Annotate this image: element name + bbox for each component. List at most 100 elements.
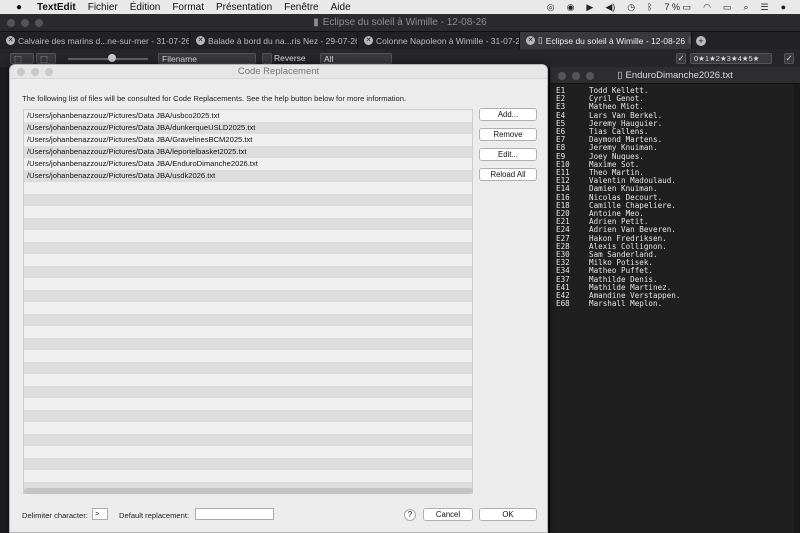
- close-window-button[interactable]: [7, 19, 15, 27]
- search-icon[interactable]: ⌕: [743, 2, 748, 13]
- bluetooth-icon[interactable]: ᛒ: [647, 2, 652, 12]
- empty-row: [24, 266, 472, 278]
- empty-row: [24, 314, 472, 326]
- select-tool-button[interactable]: ⬚: [10, 53, 34, 64]
- battery-status[interactable]: 7 % ▭: [665, 2, 692, 13]
- empty-row: [24, 446, 472, 458]
- size-slider-knob[interactable]: [108, 54, 116, 62]
- delimiter-field[interactable]: >: [92, 508, 108, 520]
- help-button[interactable]: ?: [404, 509, 416, 521]
- add-tab-icon[interactable]: +: [696, 35, 706, 46]
- reverse-checkbox[interactable]: [262, 53, 272, 64]
- empty-row: [24, 458, 472, 470]
- file-row[interactable]: /Users/johanbenazzouz/Pictures/Data JBA/…: [24, 146, 472, 158]
- apple-menu-icon[interactable]: ●: [11, 2, 27, 13]
- file-row[interactable]: /Users/johanbenazzouz/Pictures/Data JBA/…: [24, 134, 472, 146]
- dialog-close-button[interactable]: [17, 68, 25, 76]
- editor-titlebar: ▯ EnduroDimanche2026.txt: [550, 67, 800, 84]
- dialog-titlebar: Code Replacement: [10, 65, 547, 79]
- tab-balade[interactable]: ✕ Balade à bord du na...ris Nez - 29-07-…: [190, 32, 358, 49]
- empty-row: [24, 230, 472, 242]
- empty-row: [24, 254, 472, 266]
- tab-badge: 1: [688, 36, 691, 45]
- close-tab-icon[interactable]: ✕: [6, 36, 15, 45]
- menu-fenetre[interactable]: Fenêtre: [284, 2, 318, 13]
- folder-icon: ▮: [313, 17, 319, 28]
- file-list[interactable]: /Users/johanbenazzouz/Pictures/Data JBA/…: [23, 109, 473, 494]
- airdrop-icon[interactable]: ◉: [567, 2, 575, 13]
- tab-label: Eclipse du soleil à Wimille - 12-08-26: [545, 35, 686, 46]
- menu-edition[interactable]: Édition: [130, 2, 161, 13]
- sort-field-select[interactable]: Filename: [158, 53, 256, 64]
- reload-all-button[interactable]: Reload All: [479, 168, 537, 181]
- rider-name: Marshall Meplon.: [589, 299, 663, 309]
- tab-colonne[interactable]: ✕ Colonne Napoleon à Wimille - 31-07-26: [358, 32, 520, 49]
- remove-button[interactable]: Remove: [479, 128, 537, 141]
- file-row[interactable]: /Users/johanbenazzouz/Pictures/Data JBA/…: [24, 122, 472, 134]
- minimize-window-button[interactable]: [21, 19, 29, 27]
- control-center-icon[interactable]: ☰: [760, 2, 768, 13]
- timemachine-icon[interactable]: ◷: [627, 2, 635, 13]
- empty-row: [24, 242, 472, 254]
- rating-filter[interactable]: 0★1★2★3★4★5★: [690, 53, 772, 64]
- empty-row: [24, 326, 472, 338]
- editor-minimize-button[interactable]: [572, 72, 580, 80]
- empty-row: [24, 470, 472, 482]
- tab-calvaire[interactable]: ✕ Calvaire des marins d...ne-sur-mer - 3…: [0, 32, 190, 49]
- empty-row: [24, 218, 472, 230]
- window-title: Eclipse du soleil à Wimille - 12-08-26: [322, 17, 487, 28]
- file-row[interactable]: /Users/johanbenazzouz/Pictures/Data JBA/…: [24, 158, 472, 170]
- rating-checkbox[interactable]: ✓: [676, 53, 686, 64]
- close-tab-icon[interactable]: ✕: [364, 36, 373, 45]
- document-icon: ▯: [538, 35, 543, 45]
- editor-text-area[interactable]: E1 Todd Kellett. E2 Cyril Genot. E3 Matheo Mi…: [550, 84, 800, 308]
- close-tab-icon[interactable]: ✕: [196, 36, 205, 45]
- tab-label: Colonne Napoleon à Wimille - 31-07-26: [376, 35, 520, 46]
- play-icon[interactable]: ▶: [586, 2, 593, 13]
- lasso-tool-button[interactable]: ⬚: [36, 53, 56, 64]
- empty-row: [24, 434, 472, 446]
- file-list-hscrollbar[interactable]: [24, 488, 473, 494]
- volume-icon[interactable]: ◀): [605, 2, 615, 13]
- dialog-zoom-button[interactable]: [45, 68, 53, 76]
- text-editor-window: ▯ EnduroDimanche2026.txt E1 Todd Kellett.…: [549, 67, 800, 533]
- editor-scrollbar[interactable]: [794, 84, 800, 533]
- menu-format[interactable]: Format: [172, 2, 204, 13]
- zoom-window-button[interactable]: [35, 19, 43, 27]
- empty-row: [24, 362, 472, 374]
- tab-bar: ✕ Calvaire des marins d...ne-sur-mer - 3…: [0, 32, 800, 49]
- ok-button[interactable]: OK: [479, 508, 537, 521]
- menu-app[interactable]: TextEdit: [37, 2, 76, 13]
- default-replacement-field[interactable]: [195, 508, 274, 520]
- filter-select[interactable]: All: [320, 53, 392, 64]
- default-replacement-label: Default replacement:: [119, 511, 190, 520]
- reverse-label: Reverse: [274, 53, 306, 63]
- option-checkbox[interactable]: ✓: [784, 53, 794, 64]
- bib-code: E68: [556, 299, 570, 309]
- wifi-icon[interactable]: ◠: [703, 2, 711, 13]
- empty-row: [24, 350, 472, 362]
- editor-zoom-button[interactable]: [586, 72, 594, 80]
- dialog-description: The following list of files will be cons…: [22, 94, 407, 103]
- close-tab-icon[interactable]: ✕: [526, 36, 535, 45]
- menu-presentation[interactable]: Présentation: [216, 2, 272, 13]
- editor-traffic-lights: [558, 72, 594, 80]
- empty-row: [24, 410, 472, 422]
- display-icon[interactable]: ▭: [723, 2, 732, 13]
- dialog-minimize-button[interactable]: [31, 68, 39, 76]
- editor-close-button[interactable]: [558, 72, 566, 80]
- empty-row: [24, 206, 472, 218]
- siri-icon[interactable]: ●: [781, 2, 786, 12]
- empty-row: [24, 386, 472, 398]
- sync-icon[interactable]: ◎: [547, 2, 555, 13]
- cancel-button[interactable]: Cancel: [423, 508, 473, 521]
- menu-aide[interactable]: Aide: [331, 2, 351, 13]
- tab-eclipse[interactable]: ✕ ▯ Eclipse du soleil à Wimille - 12-08-…: [520, 32, 692, 49]
- empty-row: [24, 278, 472, 290]
- add-button[interactable]: Add...: [479, 108, 537, 121]
- file-row[interactable]: /Users/johanbenazzouz/Pictures/Data JBA/…: [24, 110, 472, 122]
- file-row[interactable]: /Users/johanbenazzouz/Pictures/Data JBA/…: [24, 170, 472, 182]
- tab-label: Balade à bord du na...ris Nez - 29-07-26: [208, 35, 358, 46]
- menu-fichier[interactable]: Fichier: [88, 2, 118, 13]
- edit-button[interactable]: Edit...: [479, 148, 537, 161]
